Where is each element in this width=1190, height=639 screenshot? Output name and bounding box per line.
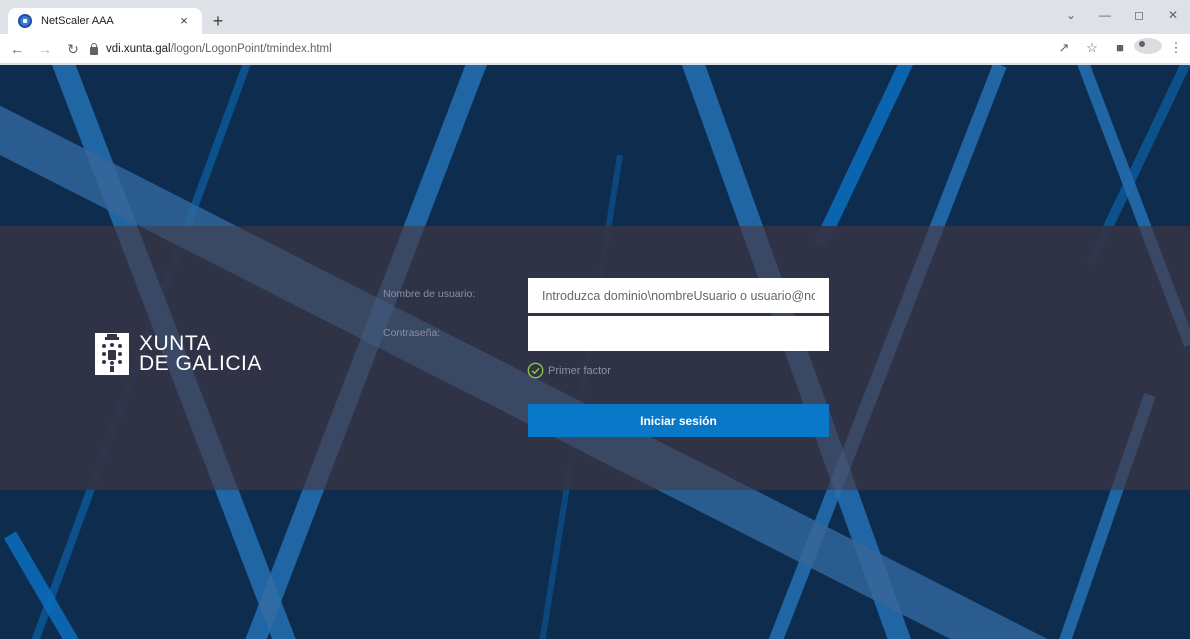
url-text[interactable]: vdi.xunta.gal/logon/LogonPoint/tmindex.h… [106, 43, 332, 55]
logo-line-1: XUNTA [139, 332, 212, 355]
username-label: Nombre de usuario: [383, 288, 476, 300]
url-host: vdi.xunta.gal [106, 43, 171, 55]
menu-icon[interactable]: ⋮ [1162, 40, 1190, 56]
star-icon[interactable]: ☆ [1078, 40, 1106, 56]
forward-icon[interactable]: → [34, 38, 56, 60]
password-input[interactable] [528, 316, 829, 351]
username-input[interactable] [528, 278, 829, 313]
xunta-logo: XUNTA DE GALICIA [95, 333, 262, 375]
url-path: /logon/LogonPoint/tmindex.html [170, 43, 332, 55]
tab-search-icon[interactable]: ⌄ [1054, 8, 1088, 22]
minimize-icon[interactable]: — [1088, 8, 1122, 22]
reload-icon[interactable]: ↻ [62, 38, 84, 60]
tab-close-icon[interactable]: × [176, 13, 192, 29]
back-icon[interactable]: ← [6, 38, 28, 60]
toolbar-icons: ↗ ☆ ■ ⋮ [1050, 38, 1190, 57]
browser-tab[interactable]: NetScaler AAA × [8, 8, 202, 34]
logo-line-2: DE GALICIA [139, 352, 262, 375]
first-factor-indicator: Primer factor [527, 362, 611, 379]
new-tab-icon[interactable]: + [208, 11, 228, 31]
tab-strip: NetScaler AAA × + ⌄ — ◻ ✕ [0, 0, 1190, 34]
side-panel-icon[interactable]: ■ [1106, 40, 1134, 55]
password-label: Contraseña: [383, 327, 441, 339]
window-close-icon[interactable]: ✕ [1156, 8, 1190, 22]
xunta-emblem-icon [95, 333, 129, 375]
browser-toolbar: ← → ↻ vdi.xunta.gal/logon/LogonPoint/tmi… [0, 34, 1190, 64]
lock-icon[interactable] [90, 42, 98, 55]
profile-icon[interactable] [1134, 38, 1162, 57]
restore-icon[interactable]: ◻ [1122, 8, 1156, 22]
tab-title: NetScaler AAA [41, 15, 114, 27]
window-controls: ⌄ — ◻ ✕ [1054, 0, 1190, 30]
address-bar[interactable]: vdi.xunta.gal/logon/LogonPoint/tmindex.h… [90, 38, 1060, 60]
netscaler-favicon-icon [18, 14, 32, 28]
check-circle-icon [527, 362, 544, 379]
share-icon[interactable]: ↗ [1050, 40, 1078, 56]
first-factor-text: Primer factor [548, 364, 611, 377]
login-button[interactable]: Iniciar sesión [528, 404, 829, 437]
